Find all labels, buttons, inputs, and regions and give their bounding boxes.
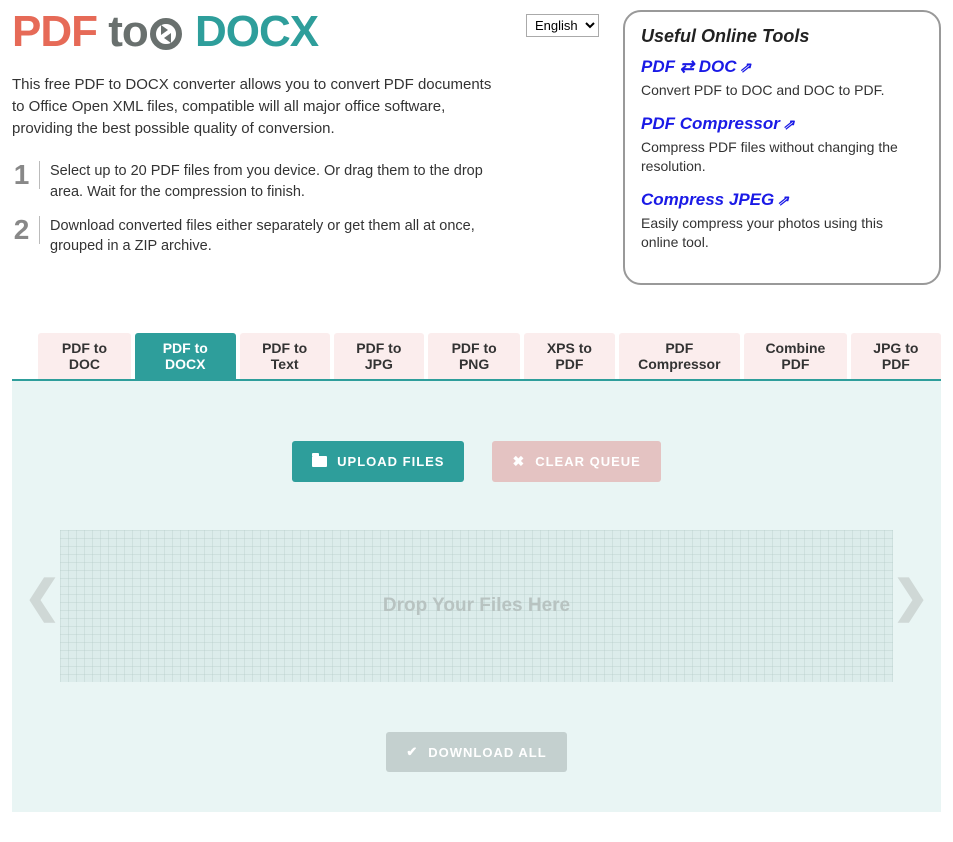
- check-icon: [406, 744, 418, 760]
- tool-desc: Convert PDF to DOC and DOC to PDF.: [641, 81, 923, 100]
- instruction-steps: 1 Select up to 20 PDF files from you dev…: [12, 161, 506, 256]
- download-all-button[interactable]: DOWNLOAD ALL: [386, 732, 566, 772]
- tab-xps-to-pdf[interactable]: XPS to PDF: [524, 333, 614, 379]
- folder-icon: [312, 456, 327, 467]
- step-item: 2 Download converted files either separa…: [12, 216, 506, 257]
- logo-part-pdf: PDF: [12, 7, 97, 56]
- close-icon: ✖: [512, 453, 525, 470]
- carousel-next-icon[interactable]: ❯: [892, 571, 929, 622]
- tool-desc: Compress PDF files without changing the …: [641, 138, 923, 176]
- tab-pdf-to-doc[interactable]: PDF to DOC: [38, 333, 131, 379]
- logo-part-docx: DOCX: [195, 7, 318, 56]
- clear-queue-button[interactable]: ✖ CLEAR QUEUE: [492, 441, 660, 482]
- step-number: 2: [12, 216, 40, 244]
- external-link-icon: ⇗: [777, 192, 789, 208]
- step-text: Download converted files either separate…: [50, 216, 506, 257]
- useful-tools-sidebar: Useful Online Tools PDF ⇄ DOC⇗ Convert P…: [623, 10, 941, 285]
- tabs-bar: PDF to DOC PDF to DOCX PDF to Text PDF t…: [12, 333, 941, 381]
- tool-desc: Easily compress your photos using this o…: [641, 214, 923, 252]
- language-selector-wrap: English: [526, 10, 599, 37]
- site-logo: PDF to DOCX: [12, 10, 506, 54]
- tab-combine-pdf[interactable]: Combine PDF: [744, 333, 847, 379]
- tab-pdf-to-docx[interactable]: PDF to DOCX: [135, 333, 236, 379]
- tool-link-pdf-compressor[interactable]: PDF Compressor⇗: [641, 114, 795, 133]
- step-item: 1 Select up to 20 PDF files from you dev…: [12, 161, 506, 202]
- tab-pdf-to-png[interactable]: PDF to PNG: [428, 333, 520, 379]
- tab-pdf-to-jpg[interactable]: PDF to JPG: [334, 333, 424, 379]
- page-description: This free PDF to DOCX converter allows y…: [12, 74, 506, 139]
- tool-link-pdf-doc[interactable]: PDF ⇄ DOC⇗: [641, 57, 751, 76]
- tab-pdf-compressor[interactable]: PDF Compressor: [619, 333, 741, 379]
- tab-jpg-to-pdf[interactable]: JPG to PDF: [851, 333, 941, 379]
- file-dropzone[interactable]: Drop Your Files Here: [60, 530, 893, 682]
- carousel-prev-icon[interactable]: ❮: [24, 571, 61, 622]
- workarea: UPLOAD FILES ✖ CLEAR QUEUE ❮ Drop Your F…: [12, 381, 941, 812]
- download-row: DOWNLOAD ALL: [26, 732, 927, 772]
- external-link-icon: ⇗: [739, 59, 751, 75]
- tool-pdf-doc: PDF ⇄ DOC⇗ Convert PDF to DOC and DOC to…: [641, 57, 923, 100]
- swap-icon: [150, 18, 182, 50]
- action-buttons-row: UPLOAD FILES ✖ CLEAR QUEUE: [26, 441, 927, 482]
- external-link-icon: ⇗: [783, 116, 795, 132]
- tool-compress-jpeg: Compress JPEG⇗ Easily compress your phot…: [641, 190, 923, 252]
- tool-pdf-compressor: PDF Compressor⇗ Compress PDF files witho…: [641, 114, 923, 176]
- tool-link-compress-jpeg[interactable]: Compress JPEG⇗: [641, 190, 789, 209]
- logo-part-to: to: [108, 7, 184, 56]
- sidebar-title: Useful Online Tools: [641, 26, 923, 47]
- step-number: 1: [12, 161, 40, 189]
- dropzone-text: Drop Your Files Here: [383, 595, 570, 617]
- step-text: Select up to 20 PDF files from you devic…: [50, 161, 506, 202]
- upload-files-button[interactable]: UPLOAD FILES: [292, 441, 464, 482]
- language-select[interactable]: English: [526, 14, 599, 37]
- tab-pdf-to-text[interactable]: PDF to Text: [240, 333, 330, 379]
